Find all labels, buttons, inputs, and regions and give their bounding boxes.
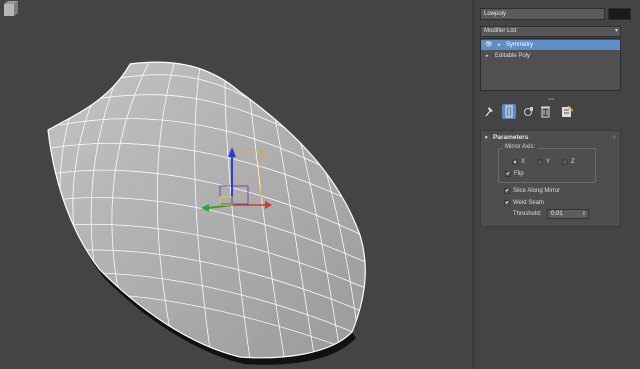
configure-modifier-sets-icon[interactable] <box>560 104 574 119</box>
parameters-rollout-header[interactable]: ▾ Parameters × <box>481 133 620 143</box>
eye-icon[interactable]: 👁 <box>485 40 493 50</box>
threshold-label: Threshold: <box>513 211 542 217</box>
slice-along-mirror-label: Slice Along Mirror <box>513 188 561 194</box>
axis-y-label: Y <box>546 159 551 165</box>
stack-item-label: Editable Poly <box>495 53 531 59</box>
make-unique-icon[interactable] <box>522 104 536 119</box>
object-color-swatch[interactable] <box>608 8 631 20</box>
show-end-result-icon[interactable] <box>502 104 516 119</box>
mirror-axis-label: Mirror Axis: <box>503 144 537 150</box>
axis-x-label: X <box>521 159 526 165</box>
threshold-value: 0.01 <box>551 211 563 217</box>
weld-seam-label: Weld Seam <box>513 200 544 206</box>
checkbox-box <box>505 170 511 178</box>
checkbox-box <box>504 199 510 207</box>
radio-dot <box>537 159 543 165</box>
threshold-spinner[interactable]: 0.01 ⇕ <box>547 209 589 219</box>
shield-mesh <box>47 61 366 365</box>
flip-label: Flip <box>514 171 524 177</box>
3d-viewport[interactable] <box>0 0 472 369</box>
close-icon[interactable]: × <box>612 133 616 143</box>
axis-y-radio[interactable]: Y <box>537 158 561 166</box>
spinner-arrows-icon[interactable]: ⇕ <box>582 210 586 218</box>
modifier-stack[interactable]: 👁 ▸ Symmetry ▸ Editable Poly <box>480 38 621 91</box>
axis-z-label: Z <box>571 159 575 165</box>
modifier-stack-toolbar <box>480 104 621 120</box>
modifier-list-dropdown[interactable]: Modifier List ▾ <box>480 26 621 37</box>
radio-dot <box>562 159 568 165</box>
axis-x-radio[interactable]: X <box>512 158 536 166</box>
expand-triangle-icon[interactable]: ▸ <box>486 51 489 61</box>
stack-item-symmetry[interactable]: 👁 ▸ Symmetry <box>481 40 620 50</box>
object-name-field[interactable]: Lowpoly <box>480 8 605 20</box>
modifier-list-label: Modifier List <box>484 28 517 34</box>
expand-triangle-icon[interactable]: ▸ <box>498 40 501 50</box>
stack-item-label: Symmetry <box>506 42 533 48</box>
panel-resize-handle[interactable] <box>548 98 554 100</box>
stack-item-editable-poly[interactable]: ▸ Editable Poly <box>481 51 620 61</box>
dropdown-arrow-icon: ▾ <box>614 28 618 34</box>
radio-dot <box>512 159 518 165</box>
parameters-rollout: ▾ Parameters × Mirror Axis: X Y Z Flip S… <box>480 130 621 227</box>
remove-modifier-icon[interactable] <box>538 104 552 119</box>
axis-z-radio[interactable]: Z <box>562 158 586 166</box>
pin-stack-icon[interactable] <box>482 104 496 119</box>
collapse-arrow-icon[interactable]: ▾ <box>485 133 488 143</box>
viewcube-icon[interactable] <box>0 0 22 18</box>
checkbox-box <box>504 187 510 195</box>
rollout-title: Parameters <box>493 134 529 141</box>
